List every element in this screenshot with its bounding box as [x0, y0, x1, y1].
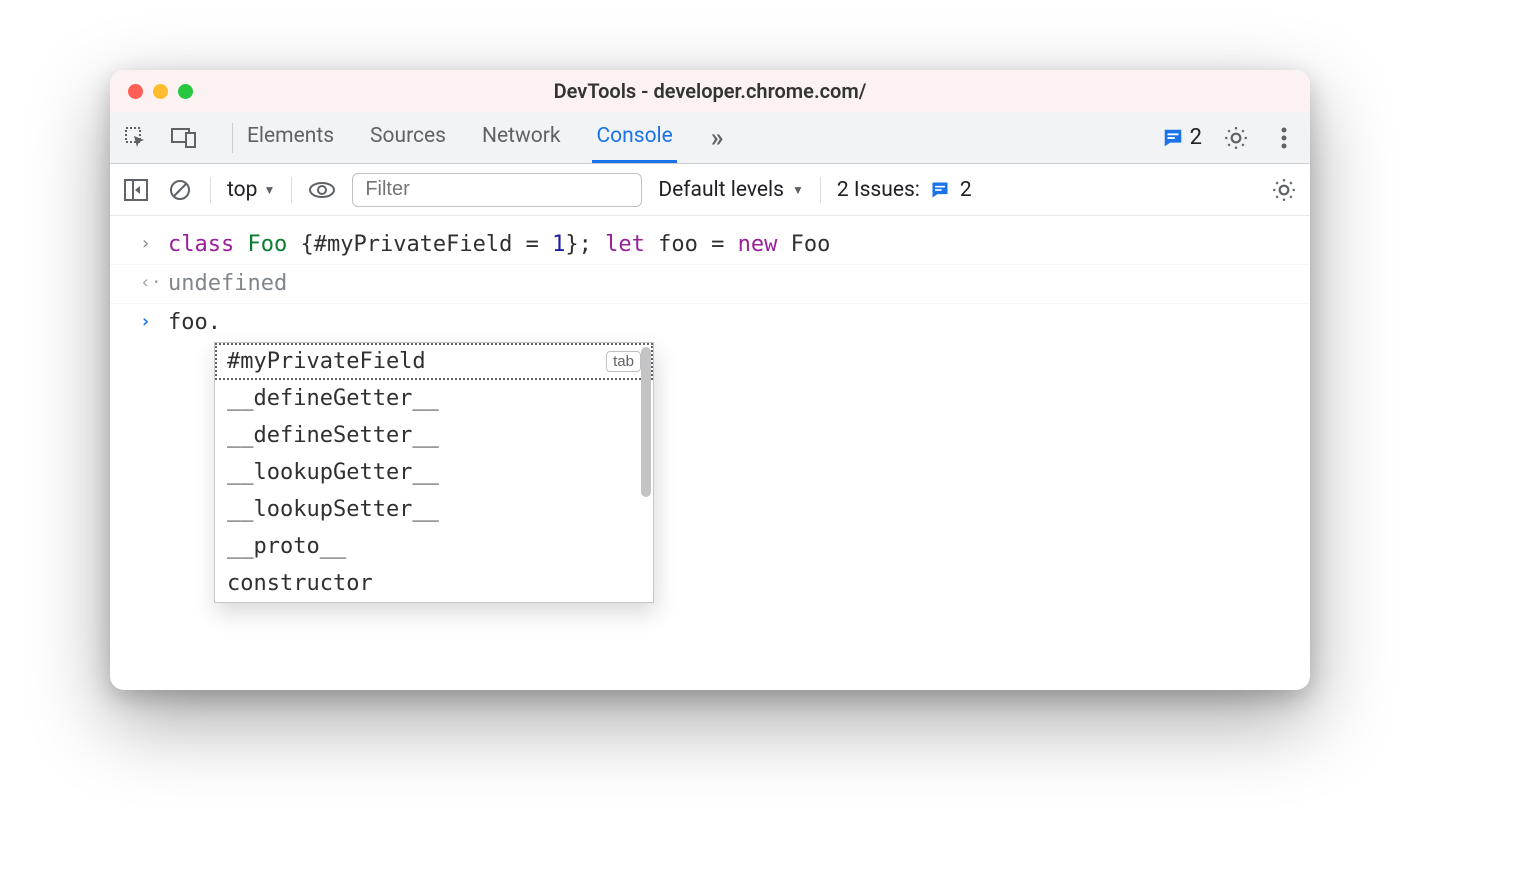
console-result: undefined: [168, 269, 287, 299]
settings-icon[interactable]: [1222, 124, 1250, 152]
tab-hint: tab: [606, 351, 641, 372]
more-tabs-button[interactable]: »: [705, 112, 730, 163]
console-body: › class Foo {#myPrivateField = 1}; let f…: [110, 216, 1310, 342]
live-expression-icon[interactable]: [308, 176, 336, 204]
devtools-window: DevTools - developer.chrome.com/ Element…: [110, 70, 1310, 690]
chat-count: 2: [1190, 125, 1202, 150]
tab-sources[interactable]: Sources: [366, 112, 450, 163]
close-icon[interactable]: [128, 84, 143, 99]
console-prompt-row[interactable]: › foo. #myPrivateField tab __defineGette…: [110, 304, 1310, 342]
console-toolbar: top▼ Default levels▼ 2 Issues: 2: [110, 164, 1310, 216]
autocomplete-item[interactable]: __lookupSetter__: [215, 491, 653, 528]
console-input-row: › class Foo {#myPrivateField = 1}; let f…: [110, 226, 1310, 265]
tabs-toolbar: Elements Sources Network Console » 2: [110, 112, 1310, 164]
scrollbar-thumb[interactable]: [641, 347, 651, 497]
console-prompt-input[interactable]: foo.: [168, 308, 221, 338]
chat-badge[interactable]: 2: [1162, 125, 1202, 150]
autocomplete-item[interactable]: constructor: [215, 565, 653, 602]
tab-network[interactable]: Network: [478, 112, 565, 163]
titlebar: DevTools - developer.chrome.com/: [110, 70, 1310, 112]
device-toggle-icon[interactable]: [170, 124, 198, 152]
context-select[interactable]: top▼: [227, 178, 275, 202]
autocomplete-item[interactable]: __defineGetter__: [215, 380, 653, 417]
main-tabs: Elements Sources Network Console »: [243, 112, 730, 163]
issues-indicator[interactable]: 2 Issues: 2: [837, 178, 972, 202]
log-levels-select[interactable]: Default levels▼: [658, 178, 804, 202]
inspect-icon[interactable]: [122, 124, 150, 152]
autocomplete-item[interactable]: #myPrivateField tab: [215, 343, 653, 380]
minimize-icon[interactable]: [153, 84, 168, 99]
traffic-lights: [128, 84, 193, 99]
zoom-icon[interactable]: [178, 84, 193, 99]
tab-console[interactable]: Console: [592, 112, 676, 163]
input-chevron-icon: ›: [140, 230, 156, 258]
console-output-row: ‹· undefined: [110, 265, 1310, 304]
tab-elements[interactable]: Elements: [243, 112, 338, 163]
autocomplete-item[interactable]: __defineSetter__: [215, 417, 653, 454]
output-chevron-icon: ‹·: [140, 269, 156, 297]
filter-input[interactable]: [352, 173, 642, 207]
kebab-menu-icon[interactable]: [1270, 124, 1298, 152]
autocomplete-item[interactable]: __proto__: [215, 528, 653, 565]
console-code-line[interactable]: class Foo {#myPrivateField = 1}; let foo…: [168, 230, 830, 260]
sidebar-toggle-icon[interactable]: [122, 176, 150, 204]
clear-console-icon[interactable]: [166, 176, 194, 204]
autocomplete-item[interactable]: __lookupGetter__: [215, 454, 653, 491]
autocomplete-popup: #myPrivateField tab __defineGetter__ __d…: [214, 342, 654, 603]
console-settings-icon[interactable]: [1270, 176, 1298, 204]
window-title: DevTools - developer.chrome.com/: [554, 79, 867, 103]
prompt-chevron-icon: ›: [140, 308, 156, 336]
